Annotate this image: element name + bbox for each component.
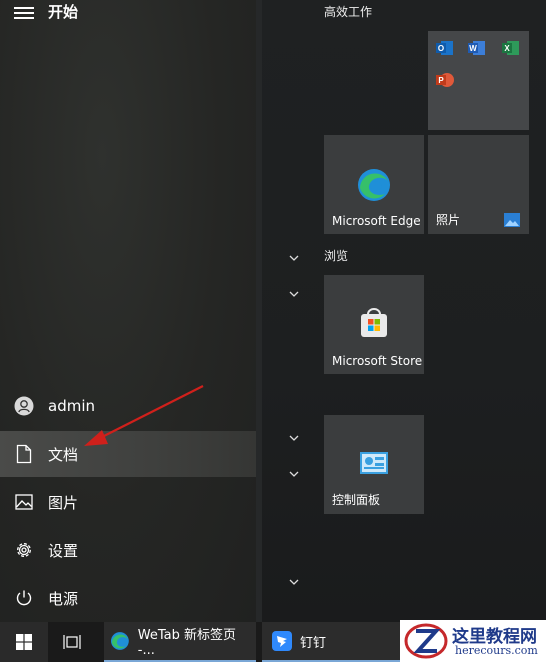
taskbar-item-label: WeTab 新标签页 -... [137, 628, 237, 658]
tile-label: Microsoft Edge [332, 214, 421, 228]
tile-label: 照片 [436, 213, 461, 227]
document-icon [0, 444, 48, 464]
chevron-down-icon[interactable] [287, 469, 301, 479]
start-title: 开始 [48, 3, 79, 21]
excel-icon: X [502, 41, 519, 55]
photos-icon [504, 213, 520, 227]
control-panel-icon [360, 452, 388, 474]
nav-item-settings[interactable]: 设置 [0, 527, 256, 573]
nav-item-label: 文档 [48, 445, 79, 464]
windows-logo-icon [16, 634, 32, 650]
office-apps-folder-tile[interactable]: O W X P [428, 31, 529, 130]
pictures-icon [0, 494, 48, 510]
taskbar-item-label: 钉钉 [300, 635, 327, 651]
tile-label: 控制面板 [332, 493, 381, 507]
nav-item-power[interactable]: 电源 [0, 575, 256, 621]
watermark-z-icon [404, 623, 448, 659]
word-icon: W [468, 41, 485, 55]
svg-text:X: X [504, 44, 510, 53]
dingtalk-icon [272, 631, 292, 651]
svg-text:O: O [438, 44, 444, 53]
hamburger-menu-icon[interactable] [14, 4, 34, 20]
task-view-icon [63, 635, 81, 649]
chevron-down-icon[interactable] [287, 577, 301, 587]
nav-item-pictures[interactable]: 图片 [0, 479, 256, 525]
tile-microsoft-store[interactable]: Microsoft Store [324, 275, 424, 374]
edge-icon [110, 632, 129, 650]
user-icon [0, 396, 48, 416]
chevron-down-icon[interactable] [287, 253, 301, 263]
power-icon [0, 589, 48, 607]
store-icon [361, 308, 387, 337]
tile-photos[interactable]: 照片 [428, 135, 529, 234]
group-header-browse[interactable]: 浏览 [324, 247, 348, 264]
nav-item-label: 设置 [48, 541, 79, 560]
nav-item-label: 图片 [48, 493, 79, 512]
watermark-logo: 这里教程网 herecours.com [400, 620, 546, 662]
nav-item-label: 电源 [48, 589, 79, 608]
tile-label: Microsoft Store [332, 354, 423, 368]
gear-icon [0, 541, 48, 559]
taskbar-item-wetab[interactable]: WeTab 新标签页 -... [104, 622, 256, 662]
watermark-url: herecours.com [455, 644, 538, 657]
svg-text:W: W [469, 44, 477, 53]
annotation-arrow [84, 385, 204, 446]
tile-control-panel[interactable]: 控制面板 [324, 415, 424, 514]
tile-microsoft-edge[interactable]: Microsoft Edge [324, 135, 424, 234]
taskbar-item-dingtalk[interactable]: 钉钉 [262, 622, 400, 662]
chevron-down-icon[interactable] [287, 433, 301, 443]
powerpoint-icon: P [436, 73, 454, 87]
chevron-down-icon[interactable] [287, 289, 301, 299]
svg-text:P: P [438, 76, 444, 85]
start-button[interactable] [0, 622, 48, 662]
outlook-icon: O [436, 41, 453, 55]
group-header-productivity[interactable]: 高效工作 [324, 3, 372, 20]
task-view-button[interactable] [56, 622, 88, 662]
edge-icon [358, 169, 390, 201]
